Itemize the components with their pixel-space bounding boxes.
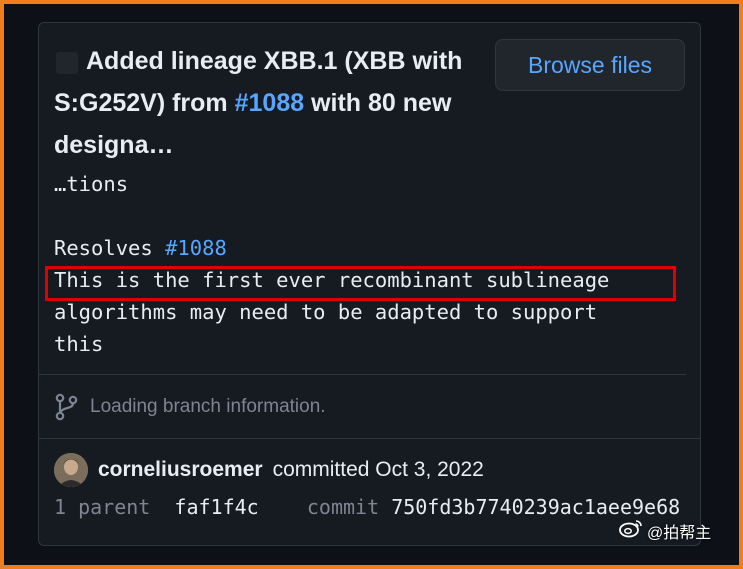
commit-meta: 1 parent faf1f4c commit 750fd3b7740239ac… <box>54 495 680 519</box>
commit-body-line-this: this <box>54 332 104 356</box>
commit-author-row: corneliusroemer committed Oct 3, 2022 <box>54 453 484 487</box>
divider-bottom <box>39 438 701 439</box>
screenshot-frame: Added lineage XBB.1 (XBB with S:G252V) f… <box>0 0 743 569</box>
avatar[interactable] <box>54 453 88 487</box>
parent-sha-link[interactable]: faf1f4c <box>174 495 258 519</box>
highlight-box <box>45 266 676 301</box>
watermark: @拍帮主 <box>619 518 711 543</box>
commit-title-issue-link[interactable]: #1088 <box>235 89 305 117</box>
git-branch-icon <box>54 393 80 421</box>
commit-title: Added lineage XBB.1 (XBB with S:G252V) f… <box>54 40 494 166</box>
weibo-icon <box>619 518 643 543</box>
parent-label: 1 parent <box>54 495 151 519</box>
committed-date-text: committed Oct 3, 2022 <box>272 458 484 481</box>
commit-label: commit <box>306 495 380 519</box>
divider-top <box>39 374 686 375</box>
commit-body-continuation: …tions <box>54 172 129 196</box>
branch-info: Loading branch information. <box>54 392 326 422</box>
commit-sha: 750fd3b7740239ac1aee9e68 <box>391 495 681 519</box>
resolves-issue-link[interactable]: #1088 <box>165 236 227 260</box>
commit-body-resolves: Resolves #1088 <box>54 236 227 260</box>
browse-files-button[interactable]: Browse files <box>495 39 685 91</box>
resolves-text: Resolves <box>54 236 166 260</box>
branch-info-text: Loading branch information. <box>90 396 326 417</box>
commit-body-line-algorithms: algorithms may need to be adapted to sup… <box>54 300 598 324</box>
commit-author-link[interactable]: corneliusroemer <box>98 458 263 482</box>
watermark-text: @拍帮主 <box>647 524 712 542</box>
